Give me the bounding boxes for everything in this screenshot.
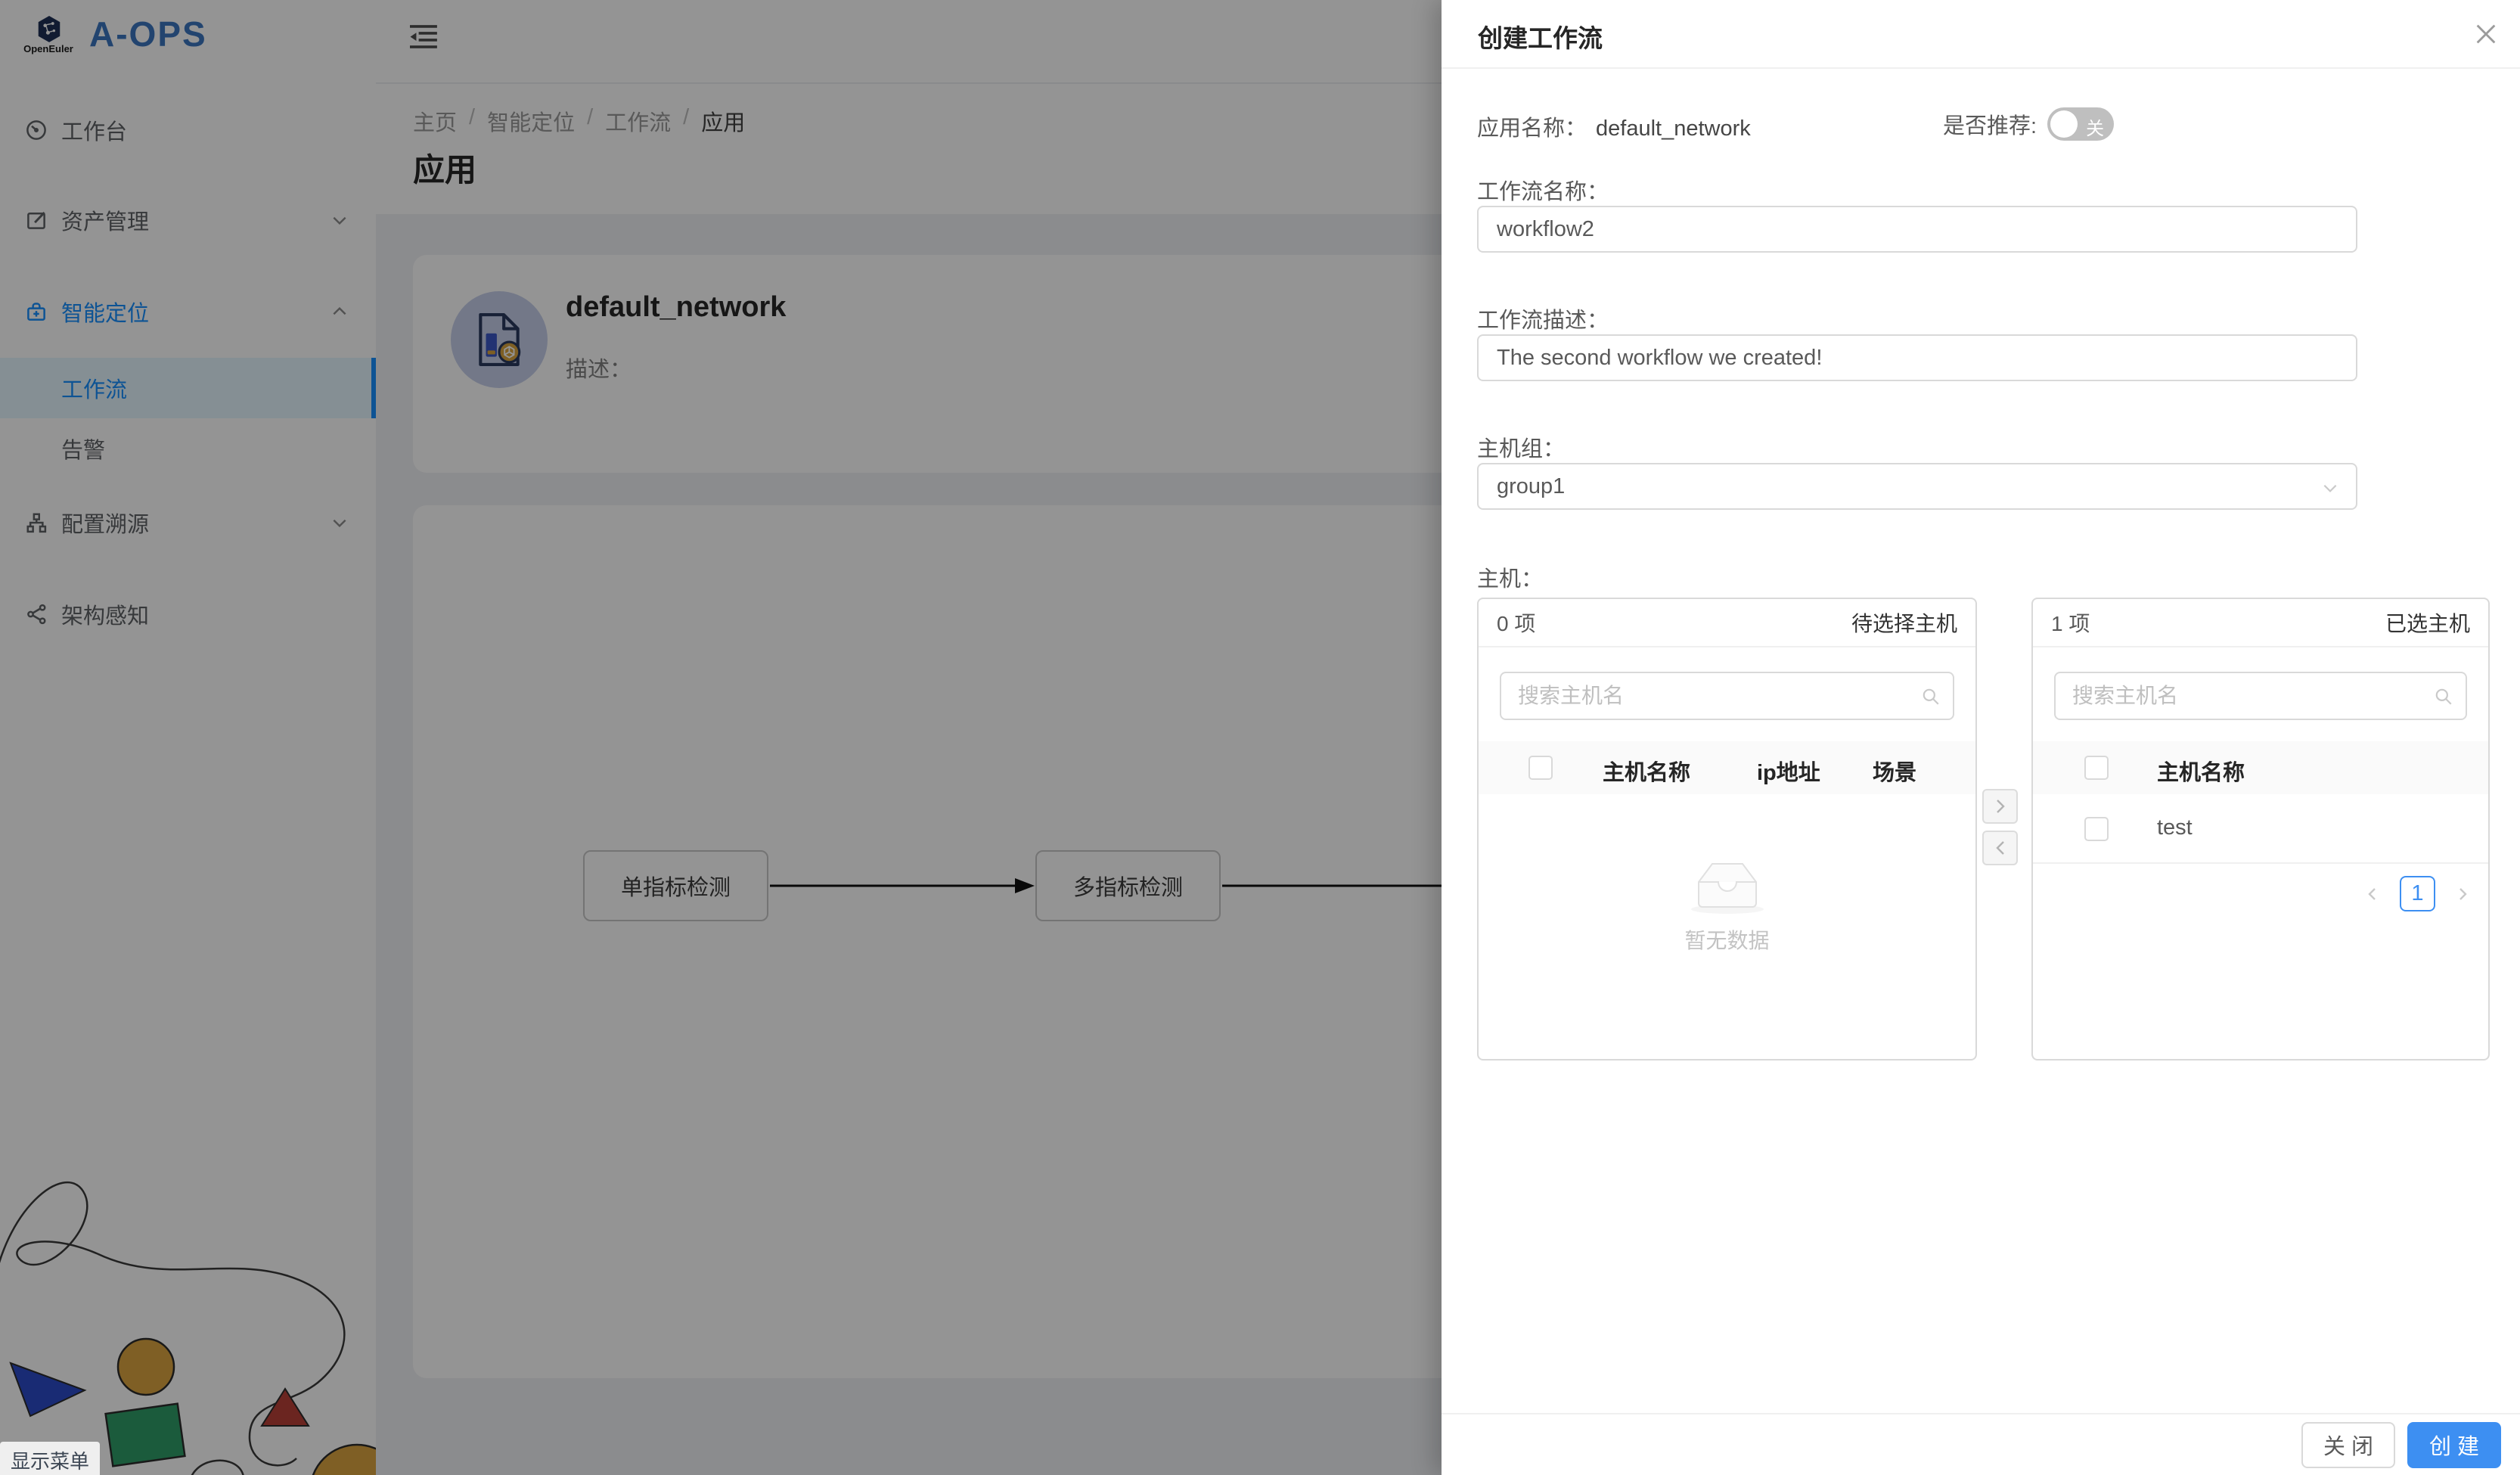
toggle-knob-icon xyxy=(2050,110,2078,138)
col-ip: ip地址 xyxy=(1757,755,1820,787)
col-host-name: 主机名称 xyxy=(2157,755,2245,787)
source-count: 0 项 xyxy=(1497,607,1535,638)
search-icon xyxy=(1921,687,1941,706)
target-search xyxy=(2054,672,2467,720)
chevron-down-icon xyxy=(2321,479,2339,497)
target-count: 1 项 xyxy=(2051,607,2090,638)
recommend-label: 是否推荐: xyxy=(1943,108,2037,140)
next-page-icon[interactable] xyxy=(2453,885,2472,903)
workflow-name-input[interactable] xyxy=(1477,206,2357,253)
chevron-right-icon xyxy=(1991,797,2009,815)
source-title: 待选择主机 xyxy=(1851,607,1957,638)
hosts-label: 主机： xyxy=(1477,561,1543,593)
app-name-field: 应用名称： default_network xyxy=(1477,110,1751,142)
host-group-select[interactable]: group1 xyxy=(1477,463,2357,510)
workflow-desc-label: 工作流描述： xyxy=(1477,303,1609,334)
col-scene: 场景 xyxy=(1873,755,1916,787)
search-icon xyxy=(2434,687,2453,706)
drawer-footer: 关 闭 创 建 xyxy=(1442,1413,2520,1475)
recommend-field: 是否推荐: 关 xyxy=(1943,107,2114,141)
app-name-value: default_network xyxy=(1596,116,1751,141)
recommend-toggle[interactable]: 关 xyxy=(2047,107,2114,141)
row-checkbox[interactable] xyxy=(2084,817,2109,841)
target-search-input[interactable] xyxy=(2054,672,2467,720)
inbox-empty-icon xyxy=(1688,856,1767,915)
select-all-checkbox[interactable] xyxy=(1528,756,1553,780)
page-number[interactable]: 1 xyxy=(2400,876,2435,911)
create-button[interactable]: 创 建 xyxy=(2407,1422,2501,1468)
app-name-label: 应用名称： xyxy=(1477,116,1587,141)
toggle-off-text: 关 xyxy=(2086,113,2104,140)
app-root: OpenEuler A-OPS 工作台 资产管理 智能定位 xyxy=(0,0,2520,1475)
workflow-desc-input[interactable] xyxy=(1477,334,2357,381)
transfer-target-panel: 1 项 已选主机 主机名称 test 1 xyxy=(2031,598,2490,1060)
transfer-target-header: 1 项 已选主机 xyxy=(2033,599,2488,647)
col-host-name: 主机名称 xyxy=(1603,755,1690,787)
empty-text: 暂无数据 xyxy=(1479,924,1975,955)
workflow-name-label: 工作流名称： xyxy=(1477,174,1609,206)
transfer-to-right-button[interactable] xyxy=(1982,789,2018,824)
host-group-value: group1 xyxy=(1497,474,1565,499)
transfer-to-left-button[interactable] xyxy=(1982,831,2018,865)
source-search-input[interactable] xyxy=(1500,672,1954,720)
pagination: 1 xyxy=(2363,876,2472,911)
close-icon[interactable] xyxy=(2473,21,2499,47)
close-button[interactable]: 关 闭 xyxy=(2301,1422,2395,1468)
host-name: test xyxy=(2157,815,2193,840)
show-menu-tooltip: 显示菜单 xyxy=(0,1442,100,1475)
source-table-header: 主机名称 ip地址 场景 xyxy=(1479,741,1975,794)
select-all-checkbox[interactable] xyxy=(2084,756,2109,780)
drawer-title: 创建工作流 xyxy=(1478,18,1603,54)
drawer-header: 创建工作流 xyxy=(1442,0,2520,69)
prev-page-icon[interactable] xyxy=(2363,885,2382,903)
empty-state: 暂无数据 xyxy=(1479,856,1975,955)
transfer-source-panel: 0 项 待选择主机 主机名称 ip地址 场景 xyxy=(1477,598,1977,1060)
transfer-source-header: 0 项 待选择主机 xyxy=(1479,599,1975,647)
target-table-header: 主机名称 xyxy=(2033,741,2488,794)
table-row-test-host[interactable]: test xyxy=(2033,794,2488,864)
target-title: 已选主机 xyxy=(2385,607,2470,638)
chevron-left-icon xyxy=(1991,839,2009,857)
host-group-label: 主机组： xyxy=(1477,431,1565,463)
create-workflow-drawer: 创建工作流 应用名称： default_network 是否推荐: 关 工作流名称… xyxy=(1442,0,2520,1475)
source-search xyxy=(1500,672,1954,720)
